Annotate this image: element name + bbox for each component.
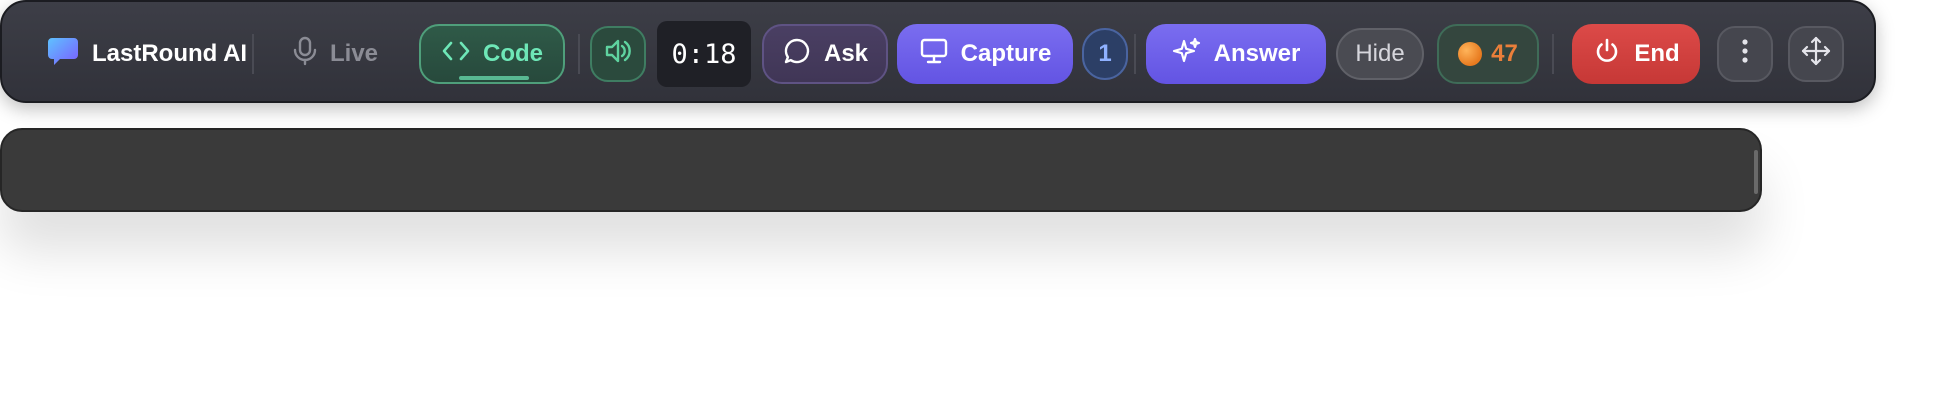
divider bbox=[578, 34, 580, 74]
more-options-button[interactable] bbox=[1717, 26, 1773, 82]
brand-name: LastRound AI bbox=[92, 40, 248, 67]
ask-button[interactable]: Ask bbox=[762, 24, 888, 84]
audio-button[interactable] bbox=[590, 26, 646, 82]
more-vertical-icon bbox=[1740, 37, 1750, 72]
capture-button[interactable]: Capture bbox=[897, 24, 1073, 84]
floating-toolbar: LastRound AI Live Code 0:18 Ask Capture … bbox=[0, 0, 1876, 103]
credits-count: 47 bbox=[1491, 40, 1518, 67]
microphone-icon bbox=[292, 36, 318, 73]
ask-label: Ask bbox=[823, 40, 869, 67]
divider bbox=[1134, 34, 1136, 74]
credits-badge[interactable]: 47 bbox=[1437, 24, 1539, 84]
response-panel bbox=[0, 128, 1762, 212]
answer-button[interactable]: Answer bbox=[1146, 24, 1326, 84]
code-brackets-icon bbox=[441, 39, 471, 70]
timer-display: 0:18 bbox=[657, 21, 751, 87]
divider bbox=[252, 34, 254, 74]
scrollbar[interactable] bbox=[1754, 150, 1758, 194]
capture-count-badge: 1 bbox=[1082, 28, 1128, 80]
monitor-icon bbox=[919, 37, 949, 72]
hide-button[interactable]: Hide bbox=[1336, 28, 1424, 80]
active-indicator bbox=[459, 76, 529, 80]
power-icon bbox=[1592, 36, 1622, 73]
move-icon bbox=[1800, 35, 1832, 74]
end-label: End bbox=[1634, 40, 1680, 67]
coin-icon bbox=[1458, 42, 1483, 66]
code-label: Code bbox=[483, 40, 543, 67]
move-handle[interactable] bbox=[1788, 26, 1844, 82]
sparkles-icon bbox=[1172, 36, 1202, 73]
chat-bubble-icon bbox=[46, 34, 80, 75]
speaker-icon bbox=[603, 37, 633, 72]
answer-label: Answer bbox=[1213, 40, 1301, 67]
brand: LastRound AI bbox=[46, 32, 247, 76]
capture-label: Capture bbox=[960, 40, 1052, 67]
live-label: Live bbox=[330, 40, 379, 67]
live-button[interactable]: Live bbox=[292, 32, 378, 76]
code-button[interactable]: Code bbox=[419, 24, 565, 84]
end-button[interactable]: End bbox=[1572, 24, 1700, 84]
divider bbox=[1552, 34, 1554, 74]
message-circle-icon bbox=[782, 36, 812, 73]
